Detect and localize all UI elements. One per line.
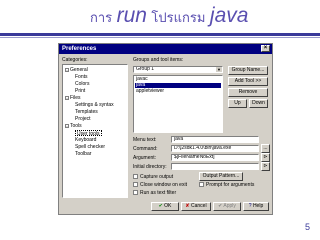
- tree-item-tools[interactable]: - Tools: [65, 123, 82, 129]
- tree-item-label: Colors: [75, 81, 90, 87]
- dialog-title: Preferences: [62, 46, 97, 52]
- argument-field[interactable]: $[FileNameNoExt]: [171, 154, 259, 161]
- title-prefix: การ: [90, 11, 113, 26]
- tree-item-print[interactable]: Print: [75, 88, 85, 94]
- question-icon: ?: [248, 203, 252, 209]
- close-window-checkbox[interactable]: Close window on exit: [133, 182, 187, 188]
- checkbox-box[interactable]: [199, 182, 204, 188]
- help-label: Help: [252, 203, 264, 209]
- tree-item-label: General: [70, 67, 88, 73]
- list-item-label: appletviewer: [136, 88, 165, 94]
- collapse-icon[interactable]: -: [65, 123, 69, 128]
- up-button[interactable]: Up: [228, 99, 247, 108]
- tree-item-label: Keyboard: [75, 137, 97, 143]
- argument-label: Argument:: [133, 155, 157, 161]
- ok-button[interactable]: ✔ OK: [151, 202, 179, 211]
- title-middle: โปรแกรม: [151, 11, 206, 26]
- tree-item-files[interactable]: - Files: [65, 95, 81, 101]
- preferences-dialog: Preferences × Categories: - General Fonts…: [58, 43, 273, 215]
- tree-item-keyboard[interactable]: Keyboard: [75, 137, 96, 143]
- checkbox-label: Close window on exit: [140, 182, 187, 188]
- insert-directory-button[interactable]: ⊳: [261, 162, 270, 171]
- categories-tree[interactable]: - General Fonts Colors Print - Files Setti…: [62, 64, 128, 198]
- tree-item-user-tools[interactable]: User tools: [75, 130, 102, 137]
- cancel-label: Cancel: [191, 203, 207, 209]
- add-tool-button[interactable]: Add Tool >>: [228, 77, 268, 86]
- chevron-down-icon[interactable]: ▼: [216, 67, 222, 72]
- slide-title: การ run โปรแกรม java: [90, 4, 248, 36]
- collapse-icon[interactable]: -: [65, 67, 69, 72]
- tree-item-label: Project: [75, 116, 91, 122]
- list-item-appletviewer[interactable]: appletviewer: [135, 89, 221, 94]
- initial-directory-field[interactable]: [171, 163, 259, 170]
- apply-label: Apply: [223, 203, 236, 209]
- tree-item-toolbar[interactable]: Toolbar: [75, 151, 91, 157]
- checkbox-box[interactable]: [133, 190, 138, 196]
- insert-argument-button[interactable]: ⊳: [261, 153, 270, 162]
- tree-item-label: Templates: [75, 109, 98, 115]
- tool-items-list[interactable]: javac java appletviewer: [133, 75, 223, 133]
- tree-item-label: Print: [75, 88, 86, 94]
- tree-item-label: Settings & syntax: [75, 102, 114, 108]
- tree-item-project[interactable]: Project: [75, 116, 91, 122]
- page-number: 5: [304, 222, 310, 232]
- command-label: Command:: [133, 146, 158, 152]
- title-underline: [0, 33, 320, 36]
- list-item-javac[interactable]: javac: [135, 77, 221, 82]
- arrow-right-icon: ⊳: [263, 163, 268, 169]
- apply-button[interactable]: ✔ Apply: [213, 202, 241, 211]
- group-select[interactable]: Group 1 ▼: [133, 66, 223, 73]
- checkbox-box[interactable]: [133, 174, 138, 180]
- tree-item-label: Fonts: [75, 74, 88, 80]
- checkbox-label: Prompt for arguments: [206, 182, 255, 188]
- tree-item-label: Files: [70, 95, 81, 101]
- collapse-icon[interactable]: -: [65, 95, 69, 100]
- capture-output-checkbox[interactable]: Capture output: [133, 174, 173, 180]
- menu-text-label: Menu text:: [133, 137, 157, 143]
- title-java: java: [209, 4, 249, 27]
- title-underline-thin: [0, 37, 320, 38]
- ok-label: OK: [164, 203, 172, 209]
- tree-item-general[interactable]: - General: [65, 67, 88, 73]
- close-icon: ×: [263, 45, 268, 51]
- output-pattern-button[interactable]: Output Pattern...: [199, 172, 243, 181]
- tree-item-label: Toolbar: [75, 151, 92, 157]
- command-field[interactable]: D:\j2sdk1.4.0\bin\java.exe: [171, 145, 259, 152]
- tree-item-label: Spell checker: [75, 144, 106, 150]
- tree-item-fonts[interactable]: Fonts: [75, 74, 88, 80]
- help-button[interactable]: ? Help: [243, 202, 269, 211]
- x-icon: ✘: [185, 203, 190, 209]
- arrow-right-icon: ⊳: [263, 154, 268, 160]
- tree-item-spell-checker[interactable]: Spell checker: [75, 144, 105, 150]
- close-button[interactable]: ×: [261, 45, 270, 52]
- remove-button[interactable]: Remove: [228, 88, 268, 97]
- checkbox-label: Capture output: [140, 174, 174, 180]
- groups-label: Groups and tool items:: [133, 57, 184, 63]
- tree-item-settings-syntax[interactable]: Settings & syntax: [75, 102, 114, 108]
- checkbox-box[interactable]: [133, 182, 138, 188]
- cancel-button[interactable]: ✘ Cancel: [181, 202, 211, 211]
- browse-command-button[interactable]: ...: [261, 144, 270, 153]
- run-text-filter-checkbox[interactable]: Run as text filter: [133, 190, 176, 196]
- dialog-titlebar[interactable]: Preferences ×: [59, 44, 272, 54]
- down-button[interactable]: Down: [249, 99, 268, 108]
- tree-item-label: Tools: [70, 123, 82, 129]
- check-icon: ✔: [158, 203, 163, 209]
- tree-item-templates[interactable]: Templates: [75, 109, 98, 115]
- group-name-button[interactable]: Group Name...: [228, 66, 268, 75]
- menu-text-field[interactable]: java: [171, 136, 259, 143]
- initial-directory-label: Initial directory:: [133, 164, 167, 170]
- prompt-arguments-checkbox[interactable]: Prompt for arguments: [199, 182, 254, 188]
- tree-item-colors[interactable]: Colors: [75, 81, 89, 87]
- checkbox-label: Run as text filter: [140, 190, 177, 196]
- categories-label: Categories:: [62, 57, 88, 63]
- apply-icon: ✔: [218, 203, 223, 209]
- group-select-value: Group 1: [136, 66, 155, 72]
- title-run: run: [116, 4, 147, 27]
